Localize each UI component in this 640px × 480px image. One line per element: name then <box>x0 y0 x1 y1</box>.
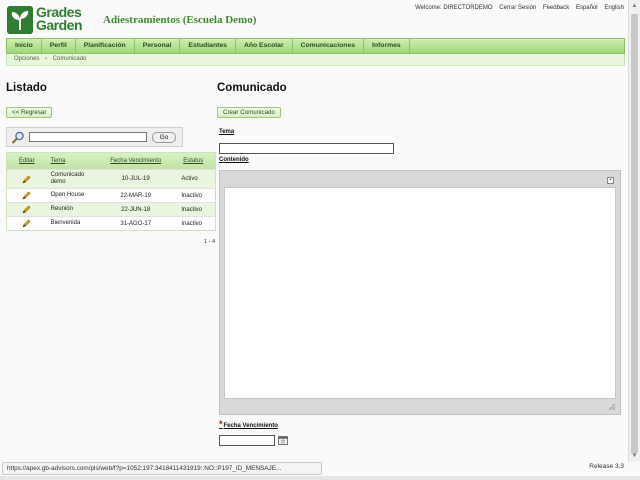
logo-line2: Garden <box>36 17 83 33</box>
top-links: Welcome: DIRECTORDEMO Cerrar Sesión Feed… <box>410 5 624 11</box>
search-input[interactable] <box>29 132 147 142</box>
contenido-editor: ▪ <box>219 170 621 415</box>
grades-garden-logo[interactable]: Grades Garden <box>7 5 93 34</box>
comunicado-title: Comunicado <box>217 82 287 94</box>
search-region: Go <box>6 127 183 147</box>
scroll-down-icon[interactable]: ▼ <box>629 450 640 462</box>
breadcrumb-parent[interactable]: Opciones <box>14 56 39 62</box>
edit-cell <box>7 189 47 202</box>
logout-link[interactable]: Cerrar Sesión <box>499 5 536 11</box>
nav-ano-escolar[interactable]: Año Escolar <box>236 39 293 53</box>
row-fecha: 10-JUL-19 <box>121 176 150 182</box>
nav-estudiantes[interactable]: Estudiantes <box>180 39 236 53</box>
main-nav: Inicio Perfil Planificación Personal Est… <box>6 38 625 54</box>
row-tema: Open House <box>50 192 85 198</box>
row-tema: Reunión <box>50 206 73 212</box>
col-tema[interactable]: Tema <box>47 153 101 169</box>
nav-planificacion[interactable]: Planificación <box>76 39 135 53</box>
row-tema: Comunicado demo <box>50 172 85 185</box>
fecha-vencimiento-input[interactable] <box>219 435 275 446</box>
breadcrumb: Opciones › Comunicado <box>6 54 625 66</box>
row-fecha: 31-AGO-17 <box>120 220 152 227</box>
nav-informes[interactable]: Informes <box>364 39 410 53</box>
resize-grip-icon[interactable] <box>608 403 616 411</box>
collapse-toolbar-icon[interactable]: ▪ <box>607 177 614 184</box>
tema-input[interactable] <box>219 143 394 154</box>
row-estatus: Inactivo <box>181 206 203 213</box>
col-fecha-vencimiento[interactable]: Fecha Vencimiento <box>100 153 171 169</box>
pencil-edit-icon[interactable] <box>22 205 31 214</box>
listado-title: Listado <box>6 82 47 94</box>
breadcrumb-separator: › <box>45 56 48 62</box>
nav-comunicaciones[interactable]: Comunicaciones <box>293 39 364 53</box>
welcome-text: Welcome: DIRECTORDEMO <box>415 5 493 11</box>
table-header: Editar Tema Fecha Vencimiento Estatus <box>7 153 215 169</box>
editor-toolbar: ▪ <box>220 171 620 187</box>
back-button[interactable]: << Regresar <box>6 107 53 118</box>
tema-label: Tema <box>219 129 235 135</box>
row-fecha: 22-JUN-18 <box>121 206 151 213</box>
spanish-link[interactable]: Español <box>576 5 598 11</box>
pencil-edit-icon[interactable] <box>22 219 31 228</box>
row-estatus: Activo <box>181 176 198 182</box>
logo-wordmark: Grades Garden <box>36 5 83 33</box>
breadcrumb-current: Comunicado <box>52 56 87 62</box>
nav-perfil[interactable]: Perfil <box>42 39 76 53</box>
english-link[interactable]: English <box>604 5 624 11</box>
scroll-up-icon[interactable]: ▲ <box>629 0 640 12</box>
col-estatus[interactable]: Estatus <box>171 153 215 169</box>
row-estatus: Inactivo <box>181 220 203 227</box>
leaf-logo-icon <box>7 6 33 34</box>
header: Grades Garden Adiestramientos (Escuela D… <box>0 0 628 38</box>
pencil-edit-icon[interactable] <box>22 175 31 184</box>
search-icon <box>11 131 24 144</box>
row-fecha: 22-MAR-19 <box>120 192 152 199</box>
calendar-icon[interactable] <box>278 435 288 445</box>
table-row: Bienvenida 31-AGO-17 Inactivo <box>7 216 215 230</box>
row-tema: Bienvenida <box>50 220 81 226</box>
nav-personal[interactable]: Personal <box>135 39 181 53</box>
row-estatus: Inactivo <box>181 192 203 199</box>
col-editar[interactable]: Editar <box>7 153 47 169</box>
table-row: Reunión 22-JUN-18 Inactivo <box>7 202 215 216</box>
browser-status-url: https://apex.gb-advisors.com/pls/web/f?p… <box>2 462 322 475</box>
pencil-edit-icon[interactable] <box>22 191 31 200</box>
bottom-scrollbar-track <box>0 476 640 480</box>
required-marker: * <box>219 419 223 429</box>
vertical-scrollbar[interactable]: ▲ ▼ <box>628 0 640 462</box>
release-text: Release 3.3 <box>589 463 624 470</box>
edit-cell <box>7 173 47 186</box>
nav-inicio[interactable]: Inicio <box>7 39 42 53</box>
fecha-vencimiento-label: *Fecha Vencimiento <box>219 419 278 429</box>
contenido-label: Contenido <box>219 157 249 163</box>
table-row: Comunicado demo 10-JUL-19 Activo <box>7 169 215 188</box>
pagination-text: 1 - 4 <box>204 239 216 245</box>
contenido-textarea[interactable] <box>224 187 616 399</box>
create-comunicado-button[interactable]: Crear Comunicado <box>217 107 281 118</box>
fecha-vencimiento-label-text: Fecha Vencimiento <box>223 423 278 429</box>
listado-table: Editar Tema Fecha Vencimiento Estatus Co… <box>6 152 216 231</box>
feedback-link[interactable]: Feedback <box>543 5 569 11</box>
edit-cell <box>7 217 47 230</box>
app-title: Adiestramientos (Escuela Demo) <box>103 14 257 26</box>
go-button[interactable]: Go <box>152 132 176 143</box>
table-row: Open House 22-MAR-19 Inactivo <box>7 188 215 202</box>
edit-cell <box>7 203 47 216</box>
scroll-thumb[interactable] <box>631 14 638 454</box>
